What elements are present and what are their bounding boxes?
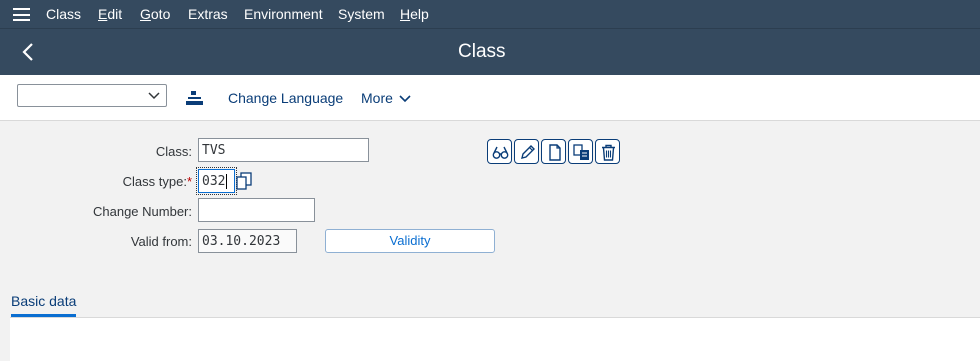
hamburger-menu-icon[interactable] <box>13 8 30 21</box>
chevron-down-icon <box>399 95 411 103</box>
tab-content-area <box>10 317 980 361</box>
class-input[interactable]: TVS <box>198 138 369 162</box>
class-type-input[interactable]: 032 <box>196 167 237 195</box>
class-label: Class: <box>155 144 192 159</box>
menu-help[interactable]: Help <box>400 6 429 22</box>
tab-basic-data[interactable]: Basic data <box>11 293 77 317</box>
change-language-button[interactable]: Change Language <box>228 90 343 106</box>
menu-edit[interactable]: Edit <box>98 6 122 22</box>
page-title: Class <box>458 41 506 62</box>
hierarchy-icon[interactable] <box>186 91 203 111</box>
delete-button[interactable] <box>595 139 620 164</box>
change-button[interactable] <box>514 139 539 164</box>
create-button[interactable] <box>541 139 566 164</box>
menu-bar: Class Edit Goto Extras Environment Syste… <box>0 0 980 29</box>
class-type-label: Class type:* <box>122 174 192 189</box>
variant-dropdown[interactable] <box>17 84 167 107</box>
copy-button[interactable] <box>568 139 593 164</box>
validity-button[interactable]: Validity <box>325 229 495 253</box>
copy-icon <box>573 144 589 160</box>
menu-environment[interactable]: Environment <box>244 6 323 22</box>
more-button[interactable]: More <box>361 90 411 106</box>
valid-from-label: Valid from: <box>130 234 192 249</box>
chevron-down-icon <box>148 92 160 100</box>
change-number-label: Change Number: <box>93 204 192 219</box>
menu-extras[interactable]: Extras <box>188 6 228 22</box>
change-number-input[interactable] <box>198 198 315 222</box>
toolbar: Change Language More <box>0 75 980 121</box>
document-icon <box>549 144 561 161</box>
menu-class[interactable]: Class <box>46 6 81 22</box>
display-button[interactable] <box>487 139 512 164</box>
valid-from-input[interactable]: 03.10.2023 <box>198 229 297 253</box>
menu-system[interactable]: System <box>338 6 385 22</box>
trash-icon <box>602 144 615 161</box>
menu-goto[interactable]: Goto <box>140 6 170 22</box>
glasses-icon <box>492 146 509 159</box>
matchcode-icon[interactable] <box>236 172 252 190</box>
pencil-icon <box>521 145 535 159</box>
title-bar: Class <box>0 29 980 75</box>
